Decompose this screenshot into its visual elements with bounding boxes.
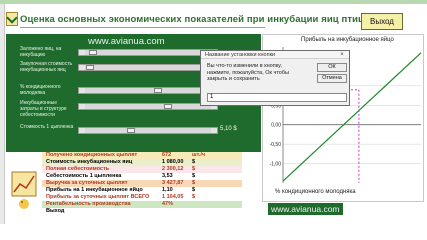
result-label: Полная себестоимость xyxy=(46,166,110,172)
dialog-ok-button[interactable]: ОК xyxy=(317,63,347,72)
chart-title: Прибыль на инкубационное яйцо xyxy=(301,37,394,43)
result-row: Полная себестоимость 2 300,12 $ xyxy=(42,166,242,173)
result-row: Прибыль за суточных цыплят ВСЕГО 1 104,0… xyxy=(42,194,242,201)
y-tick-label: -0,50 xyxy=(270,142,282,148)
slider-track[interactable] xyxy=(78,127,218,134)
result-unit: $ xyxy=(192,159,196,165)
chart-x-axis-label: % кондиционного молодняка xyxy=(275,189,356,195)
slider-track[interactable] xyxy=(78,64,218,71)
result-value: 1 104,05 xyxy=(162,194,184,200)
slider-label: Заложено яиц, на инкубацию xyxy=(20,46,62,58)
slider-value: 5,10 $ xyxy=(220,126,237,132)
result-label: Стоимость инкубационных яиц xyxy=(46,159,133,165)
arrow-left-icon[interactable] xyxy=(79,128,85,133)
result-row: Стоимость инкубационных яиц 1 080,00 $ xyxy=(42,159,242,166)
result-label: Выход xyxy=(46,208,65,214)
result-row: Рентабельность производства 47% xyxy=(42,201,242,208)
results-area: Получено кондиционных цыплят 672 шт./ч С… xyxy=(6,152,261,222)
slider-row-chick-price: Стоимость 1 цыпленка 5,10 $ xyxy=(6,124,256,144)
y-tick-label: -1,00 xyxy=(270,162,282,168)
watermark-bottom: www.avianua.com xyxy=(268,203,343,215)
slider-track[interactable] xyxy=(78,87,218,94)
result-value: 47% xyxy=(162,201,174,207)
results-table: Получено кондиционных цыплят 672 шт./ч С… xyxy=(42,152,242,222)
result-unit: $ xyxy=(192,194,196,200)
result-row: Себестоимость 1 цыпленка 3,53 $ xyxy=(42,173,242,180)
arrow-right-icon[interactable] xyxy=(211,128,217,133)
result-label: Прибыль за суточных цыплят ВСЕГО xyxy=(46,194,150,200)
dialog-cancel-button[interactable]: Отмена xyxy=(317,74,347,83)
result-row: Выручка за суточных цыплят 3 427,87 $ xyxy=(42,180,242,187)
result-unit: шт./ч xyxy=(192,152,206,158)
arrow-left-icon[interactable] xyxy=(79,50,85,55)
result-value: 1 080,00 xyxy=(162,159,184,165)
slider-label: % кондиционного молодняка xyxy=(20,84,61,96)
slider-label: Закупочная стоимость инкубационных яиц xyxy=(20,61,73,73)
title-underline xyxy=(20,27,265,28)
close-icon[interactable]: × xyxy=(337,51,347,59)
input-dialog: Название установки кнопки × Вы что-то из… xyxy=(200,50,350,106)
result-row: Получено кондиционных цыплят 672 шт./ч xyxy=(42,152,242,159)
result-label: Прибыль на 1 инкубационное яйцо xyxy=(46,187,143,193)
result-value: 3,53 xyxy=(162,173,173,179)
slider-thumb[interactable] xyxy=(164,104,172,109)
result-value: 2 300,12 xyxy=(162,166,184,172)
slider-thumb[interactable] xyxy=(89,50,97,55)
result-unit: $ xyxy=(192,173,196,179)
result-unit: $ xyxy=(192,166,196,172)
result-row: Прибыль на 1 инкубационное яйцо 1,10 $ xyxy=(42,187,242,194)
slider-thumb[interactable] xyxy=(154,88,162,93)
chart-chick-icon xyxy=(11,171,37,209)
result-value: 1,10 xyxy=(162,187,173,193)
result-value: 3 427,87 xyxy=(162,180,184,186)
result-unit: $ xyxy=(192,187,196,193)
slider-thumb[interactable] xyxy=(86,65,94,70)
checkmark-logo-icon xyxy=(6,12,18,26)
slider-label: Инкубационные затраты в структуре себест… xyxy=(20,100,67,118)
result-label: Получено кондиционных цыплят xyxy=(46,152,138,158)
arrow-left-icon[interactable] xyxy=(79,104,85,109)
dialog-message: Вы что-то изменили в кнопку, нажмите, по… xyxy=(207,63,289,82)
slider-label: Стоимость 1 цыпленка xyxy=(20,124,74,130)
result-row-exit: Выход xyxy=(42,208,242,215)
y-tick-label: 0,00 xyxy=(271,123,281,129)
dialog-title: Название установки кнопки xyxy=(201,51,349,59)
slider-thumb[interactable] xyxy=(127,128,135,133)
arrow-left-icon[interactable] xyxy=(79,65,85,70)
arrow-left-icon[interactable] xyxy=(79,88,85,93)
slider-track[interactable] xyxy=(78,49,218,56)
chick-illustration xyxy=(6,152,42,222)
result-label: Выручка за суточных цыплят xyxy=(46,180,128,186)
result-unit: $ xyxy=(192,180,196,186)
exit-button[interactable]: Выход xyxy=(361,13,403,30)
page-title: Оценка основных экономических показателе… xyxy=(20,14,373,25)
result-label: Себестоимость 1 цыпленка xyxy=(46,173,122,179)
result-label: Рентабельность производства xyxy=(46,201,131,207)
slider-track[interactable] xyxy=(78,103,218,110)
result-value: 672 xyxy=(162,152,172,158)
row-number-gutter xyxy=(0,4,5,224)
dialog-input[interactable]: 1 xyxy=(207,93,347,102)
